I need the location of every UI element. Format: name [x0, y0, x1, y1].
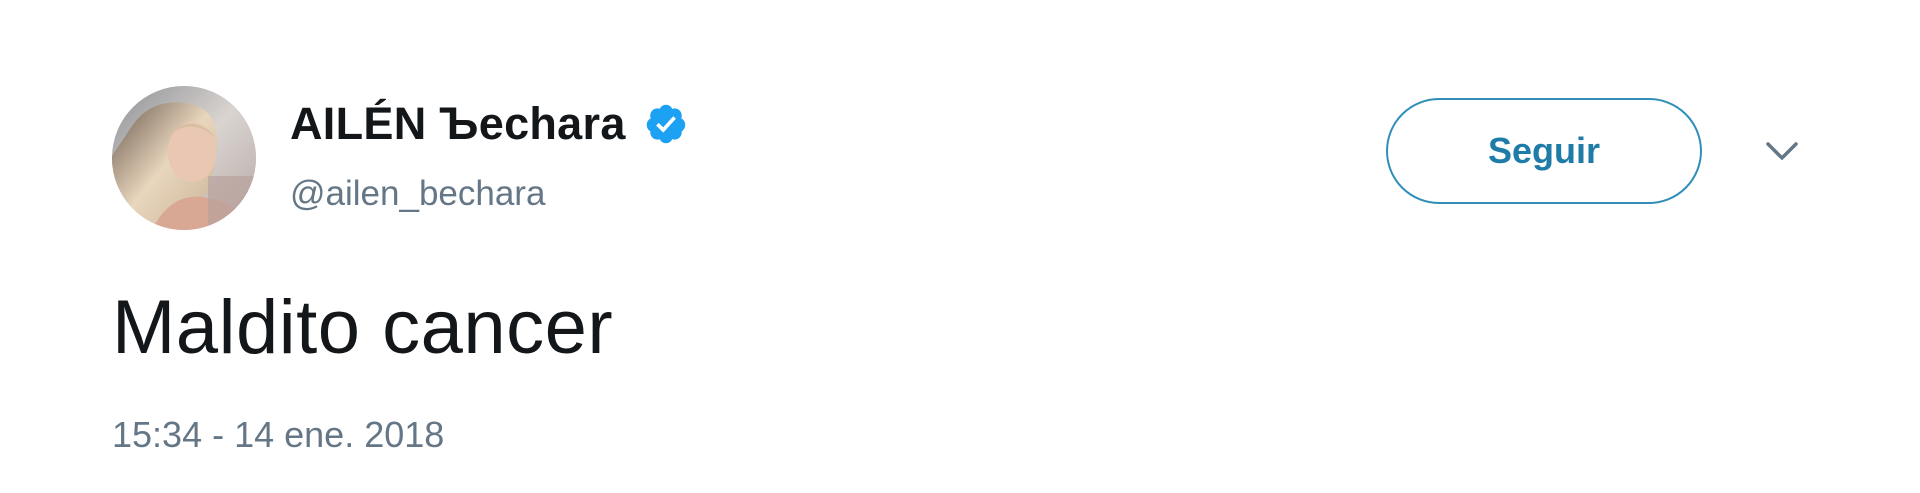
verified-badge-icon: [644, 102, 688, 146]
tweet-timestamp[interactable]: 15:34 - 14 ene. 2018: [112, 414, 444, 456]
author-display-name[interactable]: AILÉN Ъechara: [290, 98, 626, 150]
follow-button[interactable]: Seguir: [1386, 98, 1702, 204]
avatar-photo: [112, 86, 256, 230]
author-handle[interactable]: @ailen_bechara: [290, 174, 545, 214]
author-name-row: AILÉN Ъechara: [290, 96, 688, 152]
follow-button-label: Seguir: [1487, 130, 1601, 171]
tweet-card: AILÉN Ъechara @ailen_bechara Seguir Mald…: [0, 0, 1920, 493]
tweet-text: Maldito cancer: [112, 285, 614, 370]
author-avatar[interactable]: [112, 86, 256, 230]
chevron-down-icon[interactable]: [1762, 136, 1802, 166]
